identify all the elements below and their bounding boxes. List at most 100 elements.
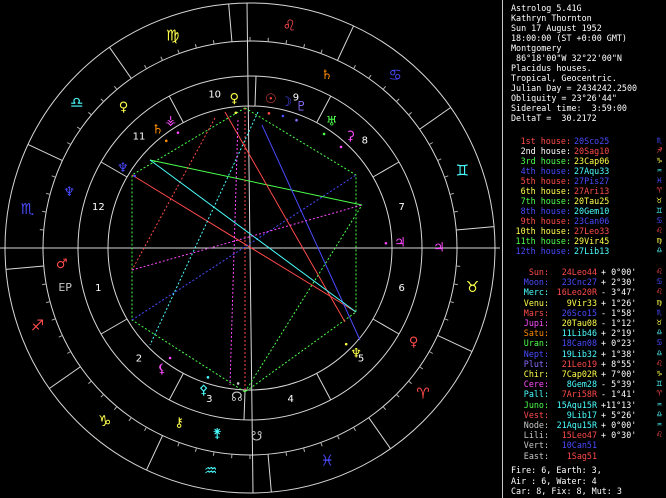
planet-row: Jupi: 20Tau08 - 1°12' (511, 318, 637, 328)
planet-row: Cere: 8Gem28 - 5°39' (511, 379, 637, 390)
degree-tick (100, 394, 104, 398)
planet-name: Nept: (523, 348, 549, 359)
house-value: 23Can06 (574, 216, 610, 226)
planet-name: Vert: (523, 440, 549, 451)
planet-row: Pall: 7Ari58R - 1°41' (511, 389, 637, 400)
degree-tick (396, 98, 400, 102)
degree-tick (46, 192, 51, 195)
planet-latitude: + 2°19' (601, 328, 637, 339)
planet-glyph-icon: ☉ (265, 92, 277, 107)
zodiac-sign-icon: ♐ (31, 316, 44, 334)
degree-tick (453, 210, 458, 213)
planet-row: Satu: 11Lib46 + 2°19' (511, 328, 637, 339)
zodiac-sign-icon: ♊ (456, 162, 469, 180)
planet-latitude: + 0°23' (601, 338, 637, 349)
house-value: 20Sag10 (574, 146, 610, 156)
planet-name: Venu: (523, 297, 549, 308)
sign-divider (5, 265, 44, 270)
planet-glyph-icon: ⚶ (165, 113, 176, 128)
sign-glyph-icon: ♏ (656, 136, 662, 146)
header-line: 18:00:00 (ST +0:00 GMT) (511, 33, 627, 43)
planet-latitude: - 1°12' (601, 318, 637, 328)
house-number: 2 (136, 354, 142, 365)
planet-position: 24Leo44 (561, 267, 597, 277)
degree-tick (337, 435, 340, 440)
planet-glyph-icon: ♄ (152, 122, 164, 137)
house-value: 27Pis27 (574, 176, 610, 186)
house-cusp (316, 373, 332, 401)
planet-row: Chir: 7Cap02R + 7°00' (511, 369, 637, 379)
house-row: 3rd house: 23Cap06 (511, 156, 610, 166)
info-panel: Astrolog 5.41G Kathryn Thornton Sun 17 Aug… (502, 0, 666, 498)
planet-position: 10Can51 (561, 440, 597, 451)
house-label: 1st house: (520, 136, 571, 146)
sign-glyph-icon: ♋ (656, 277, 662, 288)
house-value: 27Leo33 (574, 226, 610, 236)
zodiac-sign-icon: ♌ (283, 16, 296, 34)
sign-glyph-icon: ♉ (656, 318, 662, 328)
planet-glyph-icon: ☊ (231, 390, 243, 405)
house-number: 10 (208, 90, 221, 101)
sign-divider (146, 435, 163, 471)
sign-glyph-icon: ♍ (656, 236, 662, 246)
planet-marker-dot (344, 342, 348, 346)
degree-tick (444, 318, 449, 321)
planet-marker-dot (322, 132, 326, 136)
degree-tick (320, 442, 323, 447)
zodiac-sign-icon: ♈ (416, 384, 429, 402)
sign-glyph-icon: ♑ (656, 156, 662, 166)
planet-latitude: + 0°00' (601, 267, 637, 277)
house-label: 2nd house: (520, 146, 571, 156)
planet-position: 21Leo19 (561, 358, 597, 369)
house-label: 9th house: (520, 216, 571, 226)
sign-glyph-icon: ♈ (656, 186, 662, 196)
degree-tick (128, 417, 132, 422)
sign-divider (456, 226, 495, 231)
planet-position: 15Leo47 (561, 430, 597, 441)
planet-name: East: (523, 450, 549, 461)
degree-tick (144, 65, 147, 69)
planet-latitude: - 5°39' (601, 379, 637, 390)
degree-tick (437, 158, 442, 161)
degree-tick (42, 283, 47, 286)
degree-tick (194, 44, 197, 49)
degree-tick (449, 301, 454, 304)
planet-marker-dot (295, 118, 298, 122)
sign-glyph-icon: ♎ (656, 348, 662, 359)
header-line: Tropical, Geocentric. (511, 73, 617, 83)
house-number: 7 (398, 202, 404, 213)
degree-tick (144, 427, 147, 431)
sign-glyph-icon: ♐ (656, 146, 662, 156)
degree-tick (58, 335, 63, 338)
house-value: 29Vir45 (574, 236, 610, 246)
planet-glyph-icon: ♄ (321, 68, 333, 83)
planet-latitude: - 1°41' (601, 389, 637, 400)
planet-position: 19Lib32 (561, 348, 597, 359)
sign-divider (27, 144, 63, 161)
degree-tick (368, 74, 372, 79)
planet-row: Node: 21Aqu15R + 0°00' (511, 420, 637, 430)
planet-latitude: + 0°00' (601, 420, 637, 430)
degree-tick (408, 380, 412, 385)
planet-glyph-icon: ⚸ (157, 362, 167, 377)
zodiac-sign-icon: ♉ (466, 278, 479, 296)
planet-position: 15Aqu15R (556, 399, 597, 410)
house-row: 12th house: 27Lib13 (511, 246, 610, 256)
planet-name: Moon: (523, 277, 549, 288)
planet-latitude: + 0°30' (601, 430, 637, 441)
house-value: 27Lib13 (574, 246, 610, 256)
planet-glyph-icon: ♀ (119, 100, 129, 115)
planet-position: 26Sco15 (561, 307, 597, 318)
planet-marker-dot (168, 356, 172, 360)
degree-tick (88, 380, 92, 385)
degree-tick (353, 65, 356, 69)
degree-tick (382, 86, 387, 90)
degree-tick (42, 210, 47, 213)
planet-position: 8Gem28 (566, 379, 597, 390)
house-row: 9th house: 23Can06 (511, 216, 610, 226)
aspect-line (149, 111, 259, 346)
planet-name: Pall: (523, 389, 549, 400)
planet-row: Nept: 19Lib32 + 1°38' (511, 348, 637, 359)
sign-divider (228, 3, 233, 42)
degree-tick (449, 192, 454, 195)
